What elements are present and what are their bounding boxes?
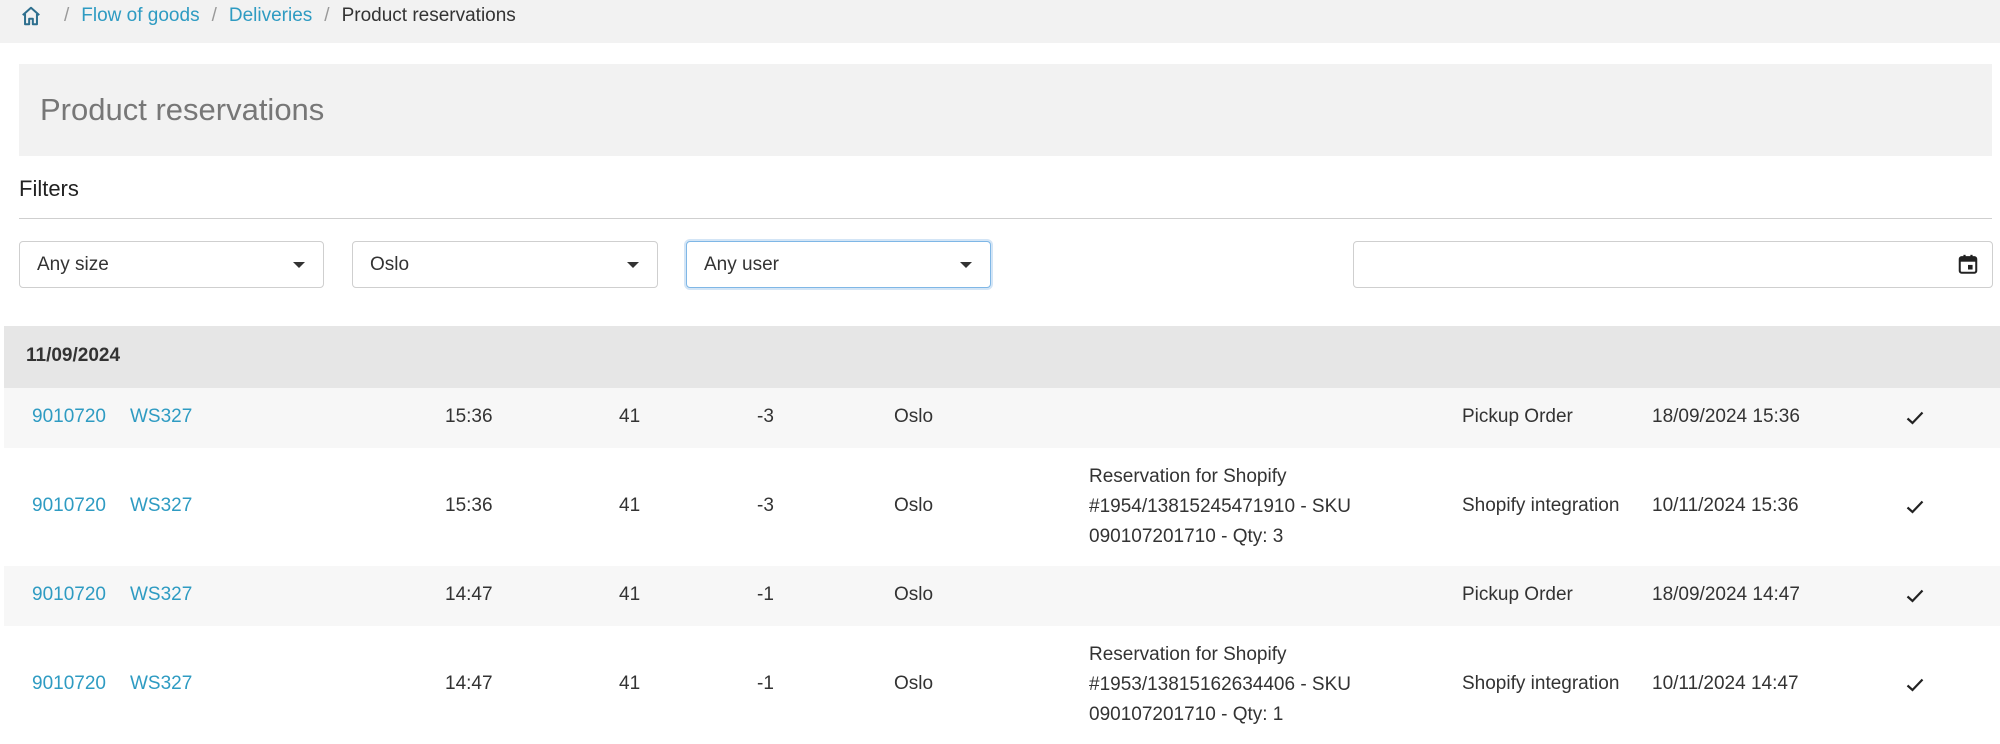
- location-cell: Oslo: [894, 406, 934, 427]
- table-row: 9010720 WS327 15:36 41 -3 Oslo Pickup Or…: [4, 388, 2000, 448]
- date-filter-input[interactable]: [1353, 241, 1993, 288]
- size-cell: 41: [619, 584, 641, 605]
- style-link[interactable]: WS327: [130, 495, 192, 517]
- size-cell: 41: [619, 673, 641, 694]
- comment-cell: Reservation for Shopify #1954/1381524547…: [1089, 466, 1352, 547]
- user-filter-value: Any user: [704, 253, 779, 275]
- source-cell: Shopify integration: [1462, 495, 1620, 516]
- quantity-cell: -1: [757, 584, 774, 605]
- quantity-cell: -3: [757, 406, 774, 427]
- location-filter-value: Oslo: [370, 253, 410, 275]
- style-link[interactable]: WS327: [130, 584, 192, 606]
- product-number-link[interactable]: 9010720: [32, 495, 106, 517]
- check-icon: [1906, 589, 1924, 603]
- check-icon: [1906, 411, 1924, 425]
- table-row: 9010720 WS327 14:47 41 -1 Oslo Pickup Or…: [4, 566, 2000, 626]
- product-number-link[interactable]: 9010720: [32, 584, 106, 606]
- table-row: 9010720 WS327 15:36 41 -3 Oslo Reservati…: [4, 448, 2000, 566]
- home-icon[interactable]: [20, 5, 42, 27]
- breadcrumb-deliveries[interactable]: Deliveries: [229, 5, 312, 27]
- quantity-cell: -3: [757, 495, 774, 516]
- expires-cell: 10/11/2024 15:36: [1652, 495, 1799, 516]
- filters-divider: [19, 218, 1992, 219]
- top-bar: / Flow of goods / Deliveries / Product r…: [0, 0, 2000, 43]
- time-cell: 15:36: [445, 406, 493, 427]
- size-cell: 41: [619, 495, 641, 516]
- chevron-down-icon: [627, 262, 639, 268]
- time-cell: 14:47: [445, 673, 493, 694]
- breadcrumb-separator: /: [64, 5, 70, 26]
- style-link[interactable]: WS327: [130, 673, 192, 695]
- page-title-panel: Product reservations: [19, 64, 1992, 156]
- group-date: 11/09/2024: [26, 345, 121, 366]
- expires-cell: 18/09/2024 14:47: [1652, 584, 1800, 605]
- check-icon: [1906, 678, 1924, 692]
- location-filter-select[interactable]: Oslo: [352, 241, 658, 288]
- user-filter-select[interactable]: Any user: [686, 241, 991, 288]
- table-row: 9010720 WS327 14:47 41 -1 Oslo Reservati…: [4, 626, 2000, 744]
- size-cell: 41: [619, 406, 641, 427]
- expires-cell: 10/11/2024 14:47: [1652, 673, 1799, 694]
- breadcrumb-separator: /: [211, 5, 217, 26]
- breadcrumb-flow-of-goods[interactable]: Flow of goods: [81, 5, 199, 27]
- source-cell: Pickup Order: [1462, 584, 1573, 605]
- time-cell: 14:47: [445, 584, 493, 605]
- style-link[interactable]: WS327: [130, 406, 192, 428]
- chevron-down-icon: [960, 262, 972, 268]
- quantity-cell: -1: [757, 673, 774, 694]
- breadcrumb-separator: /: [324, 5, 330, 26]
- size-filter-value: Any size: [37, 253, 109, 275]
- comment-cell: Reservation for Shopify #1953/1381516263…: [1089, 644, 1352, 725]
- location-cell: Oslo: [894, 495, 934, 516]
- location-cell: Oslo: [894, 673, 934, 694]
- product-number-link[interactable]: 9010720: [32, 673, 106, 695]
- check-icon: [1906, 500, 1924, 514]
- date-group-header: 11/09/2024: [4, 326, 2000, 388]
- time-cell: 15:36: [445, 495, 493, 516]
- source-cell: Shopify integration: [1462, 673, 1620, 694]
- page-title: Product reservations: [40, 92, 325, 127]
- breadcrumb-current: Product reservations: [341, 5, 516, 26]
- location-cell: Oslo: [894, 584, 934, 605]
- source-cell: Pickup Order: [1462, 406, 1573, 427]
- product-number-link[interactable]: 9010720: [32, 406, 106, 428]
- expires-cell: 18/09/2024 15:36: [1652, 406, 1800, 427]
- chevron-down-icon: [293, 262, 305, 268]
- size-filter-select[interactable]: Any size: [19, 241, 324, 288]
- calendar-icon[interactable]: [1957, 253, 1979, 275]
- filters-heading: Filters: [19, 176, 79, 201]
- breadcrumb: / Flow of goods / Deliveries / Product r…: [20, 0, 516, 32]
